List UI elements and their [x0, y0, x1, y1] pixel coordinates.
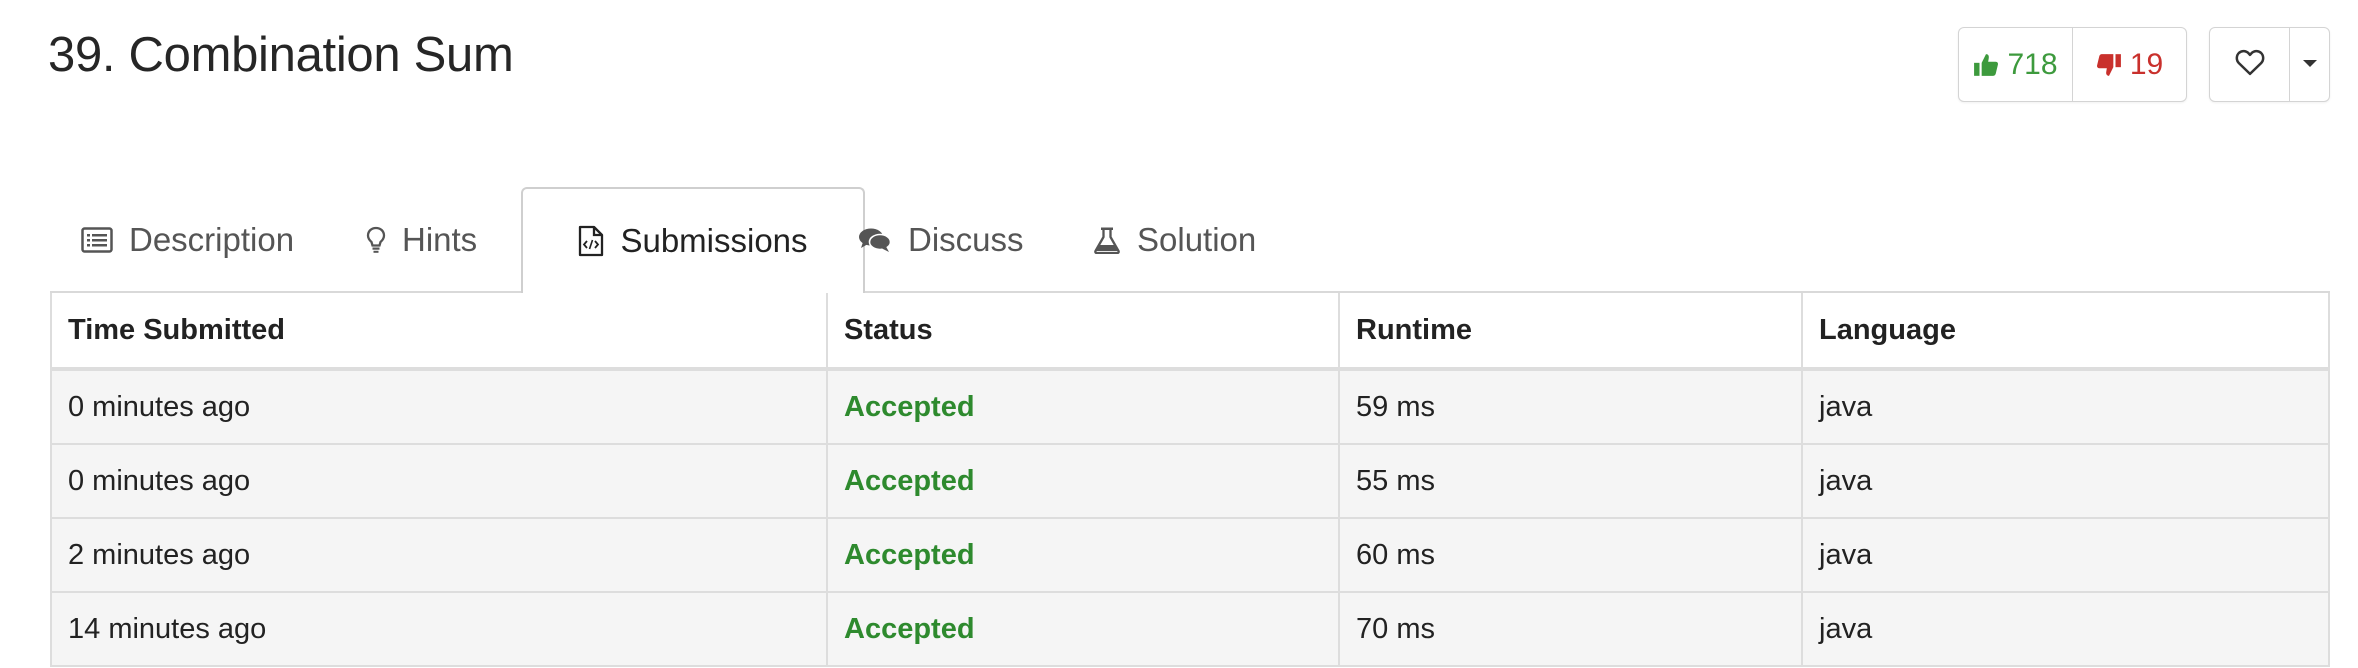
column-header-runtime[interactable]: Runtime	[1338, 293, 1803, 371]
dislike-button[interactable]: 19	[2073, 28, 2186, 101]
table-row: 0 minutes ago Accepted 55 ms java	[50, 443, 2330, 519]
favorite-group	[2209, 27, 2330, 102]
table-header-row: Time Submitted Status Runtime Language	[50, 293, 2330, 371]
tab-description[interactable]: Description	[81, 187, 294, 293]
tab-label: Solution	[1137, 221, 1257, 258]
comments-icon	[858, 227, 892, 253]
thumbs-up-icon	[1973, 52, 1999, 78]
runtime-cell: 60 ms	[1338, 517, 1803, 593]
language-cell: java	[1801, 591, 2330, 667]
language-cell: java	[1801, 368, 2330, 445]
tab-label: Submissions	[620, 222, 808, 259]
dislike-count: 19	[2129, 47, 2164, 81]
caret-down-icon	[2302, 56, 2318, 74]
tab-label: Discuss	[908, 221, 1024, 258]
language-cell: java	[1801, 443, 2330, 519]
time-submitted-cell: 2 minutes ago	[50, 517, 828, 593]
time-submitted-cell: 0 minutes ago	[50, 368, 828, 445]
status-link[interactable]: Accepted	[826, 591, 1340, 667]
status-link[interactable]: Accepted	[826, 517, 1340, 593]
column-header-status[interactable]: Status	[826, 293, 1340, 371]
heart-icon	[2235, 48, 2265, 81]
language-cell: java	[1801, 517, 2330, 593]
tab-bar: Description Hints Submissions Discuss So…	[50, 187, 2330, 295]
tab-solution[interactable]: Solution	[1093, 187, 1256, 293]
tab-discuss[interactable]: Discuss	[858, 187, 1024, 293]
lightbulb-icon	[366, 226, 386, 254]
time-submitted-cell: 0 minutes ago	[50, 443, 828, 519]
thumbs-down-icon	[2096, 52, 2122, 78]
list-alt-icon	[81, 227, 113, 253]
page-title: 39. Combination Sum	[48, 28, 514, 82]
column-header-language[interactable]: Language	[1801, 293, 2330, 371]
runtime-cell: 55 ms	[1338, 443, 1803, 519]
time-submitted-cell: 14 minutes ago	[50, 591, 828, 667]
status-link[interactable]: Accepted	[826, 368, 1340, 445]
submissions-table: Time Submitted Status Runtime Language 0…	[50, 293, 2330, 667]
like-count: 718	[2007, 47, 2058, 81]
table-row: 0 minutes ago Accepted 59 ms java	[50, 368, 2330, 445]
like-button[interactable]: 718	[1959, 28, 2073, 101]
tab-label: Hints	[402, 221, 478, 258]
runtime-cell: 59 ms	[1338, 368, 1803, 445]
runtime-cell: 70 ms	[1338, 591, 1803, 667]
file-code-icon	[578, 225, 604, 257]
favorite-menu-toggle[interactable]	[2290, 28, 2329, 101]
status-link[interactable]: Accepted	[826, 443, 1340, 519]
tab-label: Description	[129, 221, 295, 258]
table-row: 14 minutes ago Accepted 70 ms java	[50, 591, 2330, 667]
tab-submissions[interactable]: Submissions	[521, 187, 865, 295]
flask-icon	[1093, 226, 1121, 254]
favorite-button[interactable]	[2210, 28, 2290, 101]
vote-group: 718 19	[1958, 27, 2187, 102]
column-header-time[interactable]: Time Submitted	[50, 293, 828, 371]
tab-hints[interactable]: Hints	[366, 187, 477, 293]
table-row: 2 minutes ago Accepted 60 ms java	[50, 517, 2330, 593]
